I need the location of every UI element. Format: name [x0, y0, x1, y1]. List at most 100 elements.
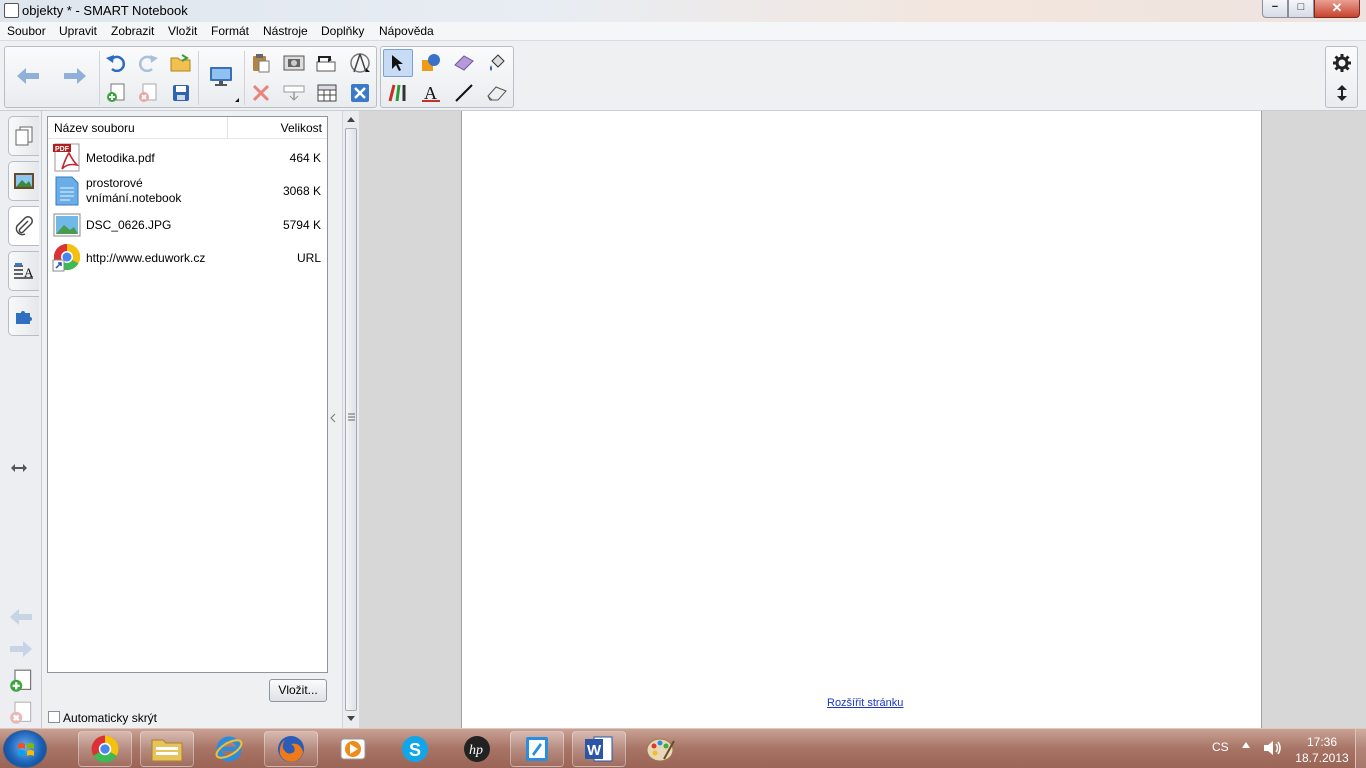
language-indicator[interactable]: CS	[1212, 740, 1229, 754]
taskbar-explorer[interactable]	[140, 731, 194, 767]
menu-upravit[interactable]: Upravit	[59, 24, 97, 38]
forward-icon[interactable]	[60, 47, 90, 105]
undo-icon[interactable]	[101, 49, 131, 77]
column-header-name[interactable]: Název souboru	[54, 121, 135, 135]
prev-page-icon[interactable]	[9, 609, 33, 628]
menu-vlozit[interactable]: Vložit	[168, 24, 197, 38]
taskbar-chrome[interactable]	[78, 731, 132, 767]
addons-tab[interactable]	[8, 296, 39, 336]
autohide-checkbox[interactable]	[48, 711, 60, 723]
start-button[interactable]	[3, 730, 47, 768]
list-item[interactable]: http://www.eduwork.cz URL	[48, 241, 327, 274]
line-icon[interactable]	[449, 79, 479, 107]
expand-page-link[interactable]: Rozšířit stránku	[827, 697, 903, 709]
scroll-up-icon[interactable]	[347, 116, 355, 122]
close-x-icon[interactable]	[345, 79, 375, 107]
taskbar-word[interactable]: W	[572, 731, 626, 767]
shade-icon[interactable]	[279, 79, 309, 107]
side-add-page-icon[interactable]	[9, 669, 33, 696]
fill-icon[interactable]	[482, 49, 512, 77]
taskbar-internet-explorer[interactable]	[202, 731, 256, 767]
side-tab-strip: A	[0, 111, 42, 728]
eraser-magic-icon[interactable]	[449, 49, 479, 77]
screen-shade-icon[interactable]	[312, 49, 342, 77]
page-sorter-tab[interactable]	[8, 116, 39, 156]
eraser-icon[interactable]	[482, 79, 512, 107]
column-divider[interactable]	[227, 117, 228, 139]
taskbar-firefox[interactable]	[264, 731, 318, 767]
file-size: 3068 K	[282, 184, 321, 198]
text-icon[interactable]: A	[416, 79, 446, 107]
shapes-icon[interactable]	[416, 49, 446, 77]
settings-icon[interactable]	[1327, 49, 1357, 77]
collapse-arrow-icon[interactable]	[330, 413, 336, 423]
notebook-page[interactable]: Rozšířit stránku	[461, 111, 1262, 728]
maximize-button[interactable]: □	[1288, 0, 1314, 18]
panel-splitter[interactable]	[328, 111, 342, 728]
menu-format[interactable]: Formát	[211, 24, 249, 38]
attachments-panel: Název souboru Velikost PDF Metodika.pdf …	[42, 111, 342, 728]
list-item[interactable]: DSC_0626.JPG 5794 K	[48, 208, 327, 241]
volume-icon[interactable]	[1263, 739, 1283, 757]
list-item[interactable]: PDF Metodika.pdf 464 K	[48, 141, 327, 174]
menu-nastroje[interactable]: Nástroje	[263, 24, 308, 38]
properties-tab[interactable]: A	[8, 251, 39, 291]
move-toolbar-icon[interactable]	[1327, 79, 1357, 107]
chrome-shortcut-icon	[52, 243, 81, 272]
insert-button[interactable]: Vložit...	[269, 679, 327, 702]
title-bar: objekty * - SMART Notebook − □ ✕	[0, 0, 1366, 22]
display-dropdown-icon[interactable]	[235, 98, 239, 102]
svg-text:hp: hp	[469, 743, 483, 758]
scroll-thumb[interactable]	[345, 128, 357, 711]
vertical-scrollbar[interactable]	[342, 111, 359, 728]
toolbar: A	[0, 41, 1366, 111]
column-header-size[interactable]: Velikost	[281, 121, 322, 135]
puzzle-icon	[16, 311, 32, 324]
menu-soubor[interactable]: Soubor	[7, 24, 46, 38]
paste-icon[interactable]	[246, 49, 276, 77]
window-title: objekty * - SMART Notebook	[22, 3, 188, 18]
select-icon[interactable]	[383, 49, 413, 77]
add-page-icon[interactable]	[101, 79, 131, 107]
next-page-icon[interactable]	[9, 641, 33, 660]
menu-napoveda[interactable]: Nápověda	[379, 24, 434, 38]
taskbar: S hp W CS 17:36 18.7.2013	[0, 728, 1366, 768]
measure-tools-icon[interactable]	[345, 49, 375, 77]
redo-icon[interactable]	[133, 49, 163, 77]
menu-zobrazit[interactable]: Zobrazit	[111, 24, 154, 38]
gallery-tab[interactable]	[8, 161, 39, 201]
open-file-icon[interactable]	[166, 49, 196, 77]
taskbar-skype[interactable]: S	[388, 731, 442, 767]
attachments-list[interactable]: Název souboru Velikost PDF Metodika.pdf …	[47, 116, 328, 673]
delete-icon[interactable]	[246, 79, 276, 107]
minimize-icon: −	[1271, 1, 1279, 13]
clock[interactable]: 17:36 18.7.2013	[1293, 734, 1351, 766]
delete-page-icon[interactable]	[133, 79, 163, 107]
show-hidden-icons-icon[interactable]	[1242, 742, 1250, 748]
taskbar-hp[interactable]: hp	[450, 731, 504, 767]
close-button[interactable]: ✕	[1314, 0, 1360, 18]
panel-resize-icon[interactable]	[10, 462, 28, 477]
file-name: http://www.eduwork.cz	[86, 251, 206, 265]
pens-icon[interactable]	[383, 79, 413, 107]
scroll-down-icon[interactable]	[347, 716, 355, 722]
display-icon[interactable]	[206, 47, 236, 105]
menu-doplnky[interactable]: Doplňky	[321, 24, 364, 38]
windows-logo-icon	[18, 743, 34, 756]
taskbar-media-player[interactable]	[326, 731, 380, 767]
chrome-icon	[91, 735, 119, 763]
pen-tools-group: A	[380, 46, 514, 108]
attachments-tab[interactable]	[8, 206, 39, 246]
table-icon[interactable]	[312, 79, 342, 107]
save-icon[interactable]	[166, 79, 196, 107]
app-icon[interactable]	[4, 3, 19, 18]
back-icon[interactable]	[13, 47, 43, 105]
taskbar-paint[interactable]	[634, 731, 688, 767]
side-delete-page-icon[interactable]	[9, 701, 33, 728]
notebook-file-icon	[52, 176, 81, 205]
minimize-button[interactable]: −	[1262, 0, 1288, 18]
show-desktop-button[interactable]	[1355, 729, 1366, 768]
list-item[interactable]: prostorové vnímání.notebook 3068 K	[48, 172, 327, 208]
screen-capture-icon[interactable]	[279, 49, 309, 77]
taskbar-smart-notebook[interactable]	[510, 731, 564, 767]
